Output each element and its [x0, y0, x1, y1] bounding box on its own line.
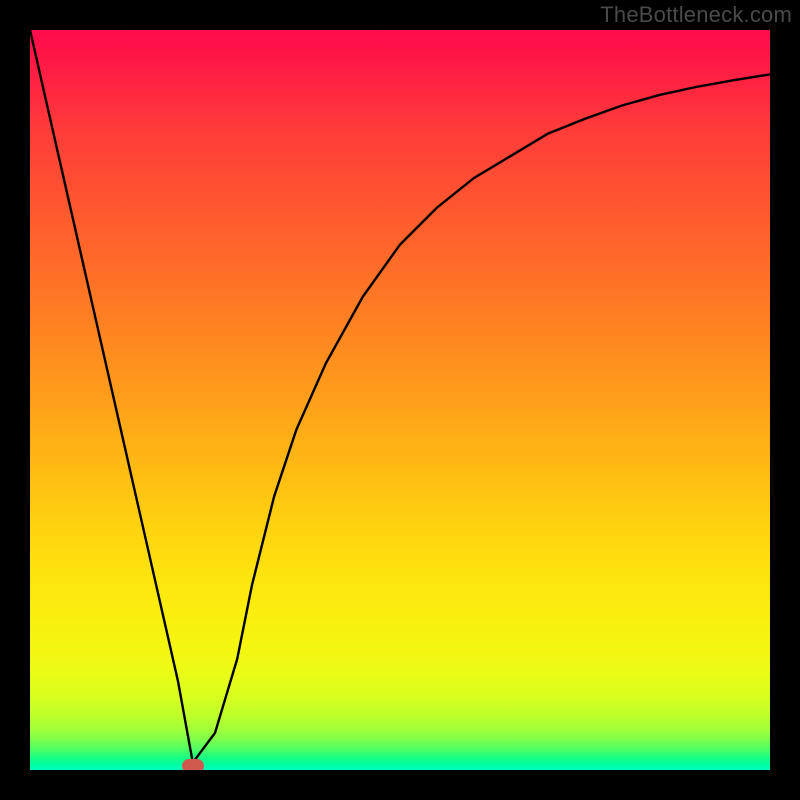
- plot-area: [30, 30, 770, 770]
- optimum-marker: [182, 759, 204, 770]
- bottleneck-curve: [30, 30, 770, 770]
- curve-path: [30, 30, 770, 763]
- chart-frame: TheBottleneck.com: [0, 0, 800, 800]
- watermark-text: TheBottleneck.com: [600, 2, 792, 28]
